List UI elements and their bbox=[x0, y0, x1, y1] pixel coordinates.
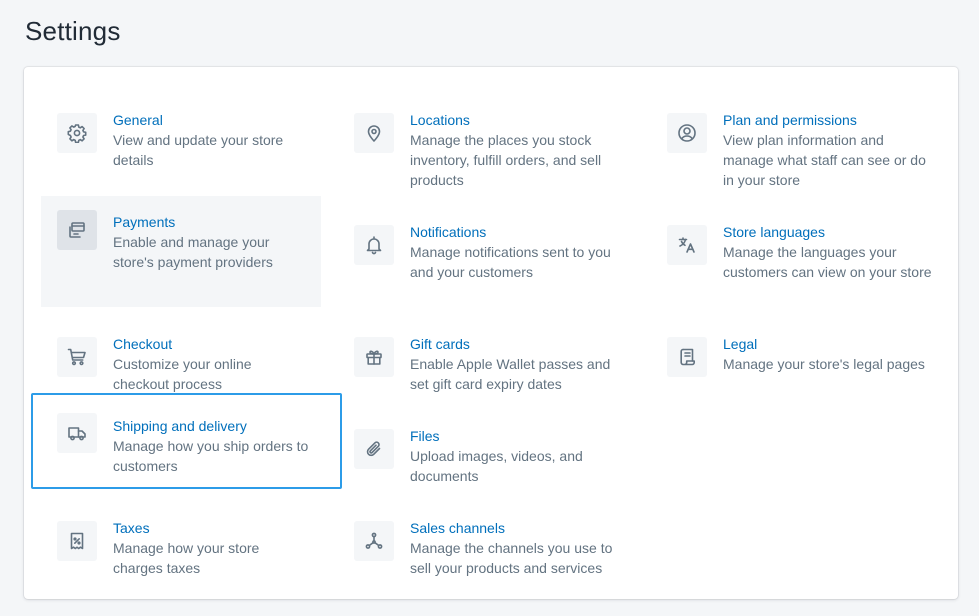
checkout-description: Customize your online checkout process bbox=[113, 356, 252, 392]
taxes-description: Manage how your store charges taxes bbox=[113, 540, 260, 576]
settings-item-plan-and-permissions[interactable]: Plan and permissions View plan informati… bbox=[651, 97, 951, 209]
store-languages-title: Store languages bbox=[723, 224, 825, 240]
settings-item-gift-cards[interactable]: Gift cards Enable Apple Wallet passes an… bbox=[338, 321, 638, 413]
location-pin-icon bbox=[354, 113, 394, 153]
translate-icon bbox=[667, 225, 707, 265]
checkout-title: Checkout bbox=[113, 336, 173, 352]
settings-item-shipping-and-delivery[interactable]: Shipping and delivery Manage how you shi… bbox=[31, 393, 342, 489]
settings-item-taxes[interactable]: Taxes Manage how your store charges taxe… bbox=[41, 505, 321, 597]
store-languages-description: Manage the languages your customers can … bbox=[723, 244, 932, 280]
payments-description: Enable and manage your store's payment p… bbox=[113, 234, 273, 270]
settings-item-general[interactable]: General View and update your store detai… bbox=[41, 97, 321, 189]
files-title: Files bbox=[410, 428, 440, 444]
settings-card: General View and update your store detai… bbox=[24, 67, 958, 599]
sales-channels-icon bbox=[354, 521, 394, 561]
truck-icon bbox=[57, 413, 97, 453]
notifications-description: Manage notifications sent to you and you… bbox=[410, 244, 611, 280]
plan-title: Plan and permissions bbox=[723, 112, 857, 128]
general-title: General bbox=[113, 112, 163, 128]
settings-item-store-languages[interactable]: Store languages Manage the languages you… bbox=[651, 209, 951, 321]
shipping-description: Manage how you ship orders to customers bbox=[113, 438, 309, 474]
payment-icon bbox=[57, 210, 97, 250]
paperclip-icon bbox=[354, 429, 394, 469]
plan-description: View plan information and manage what st… bbox=[723, 132, 926, 188]
taxes-title: Taxes bbox=[113, 520, 150, 536]
page-title: Settings bbox=[25, 16, 121, 46]
gift-cards-title: Gift cards bbox=[410, 336, 470, 352]
payments-title: Payments bbox=[113, 214, 176, 230]
gift-cards-description: Enable Apple Wallet passes and set gift … bbox=[410, 356, 611, 392]
files-description: Upload images, videos, and documents bbox=[410, 448, 583, 484]
sales-channels-title: Sales channels bbox=[410, 520, 505, 536]
settings-item-notifications[interactable]: Notifications Manage notifications sent … bbox=[338, 209, 638, 301]
bell-icon bbox=[354, 225, 394, 265]
locations-description: Manage the places you stock inventory, f… bbox=[410, 132, 602, 188]
tax-receipt-icon bbox=[57, 521, 97, 561]
general-description: View and update your store details bbox=[113, 132, 284, 168]
notifications-title: Notifications bbox=[410, 224, 487, 240]
gift-icon bbox=[354, 337, 394, 377]
cart-icon bbox=[57, 337, 97, 377]
user-circle-icon bbox=[667, 113, 707, 153]
shipping-title: Shipping and delivery bbox=[113, 418, 247, 434]
legal-scroll-icon bbox=[667, 337, 707, 377]
settings-item-sales-channels[interactable]: Sales channels Manage the channels you u… bbox=[338, 505, 638, 597]
settings-item-payments[interactable]: Payments Enable and manage your store's … bbox=[41, 196, 321, 307]
settings-item-files[interactable]: Files Upload images, videos, and documen… bbox=[338, 413, 638, 505]
settings-item-locations[interactable]: Locations Manage the places you stock in… bbox=[338, 97, 638, 209]
gear-icon bbox=[57, 113, 97, 153]
locations-title: Locations bbox=[410, 112, 470, 128]
legal-description: Manage your store's legal pages bbox=[723, 356, 925, 372]
settings-item-legal[interactable]: Legal Manage your store's legal pages bbox=[651, 321, 951, 393]
sales-channels-description: Manage the channels you use to sell your… bbox=[410, 540, 613, 576]
legal-title: Legal bbox=[723, 336, 758, 352]
